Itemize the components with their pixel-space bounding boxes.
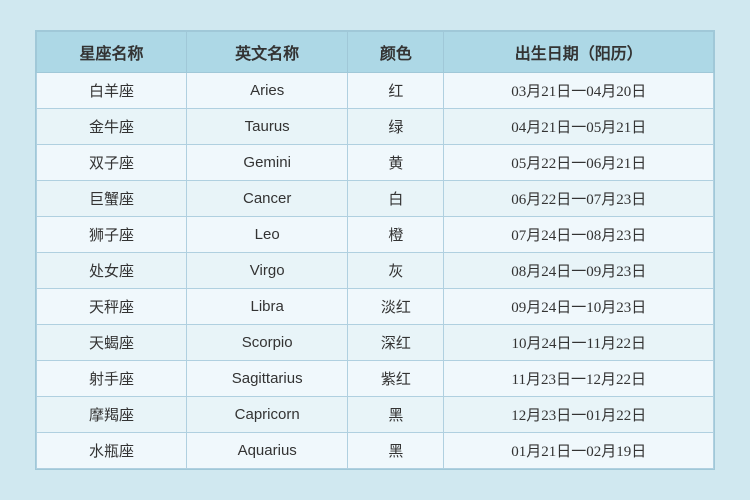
table-header-row: 星座名称 英文名称 颜色 出生日期（阳历）: [37, 32, 714, 73]
cell-english-name: Libra: [186, 289, 347, 325]
cell-dates: 04月21日一05月21日: [444, 109, 714, 145]
cell-dates: 11月23日一12月22日: [444, 361, 714, 397]
table-row: 处女座Virgo灰08月24日一09月23日: [37, 253, 714, 289]
table-row: 天蝎座Scorpio深红10月24日一11月22日: [37, 325, 714, 361]
cell-chinese-name: 射手座: [37, 361, 187, 397]
cell-dates: 07月24日一08月23日: [444, 217, 714, 253]
cell-color: 黑: [348, 433, 444, 469]
cell-english-name: Capricorn: [186, 397, 347, 433]
cell-dates: 12月23日一01月22日: [444, 397, 714, 433]
cell-color: 橙: [348, 217, 444, 253]
cell-english-name: Aries: [186, 73, 347, 109]
header-english-name: 英文名称: [186, 32, 347, 73]
table-row: 水瓶座Aquarius黑01月21日一02月19日: [37, 433, 714, 469]
cell-dates: 05月22日一06月21日: [444, 145, 714, 181]
cell-english-name: Cancer: [186, 181, 347, 217]
cell-chinese-name: 巨蟹座: [37, 181, 187, 217]
cell-chinese-name: 金牛座: [37, 109, 187, 145]
cell-chinese-name: 狮子座: [37, 217, 187, 253]
cell-color: 红: [348, 73, 444, 109]
cell-color: 黄: [348, 145, 444, 181]
cell-chinese-name: 水瓶座: [37, 433, 187, 469]
cell-chinese-name: 天蝎座: [37, 325, 187, 361]
cell-dates: 09月24日一10月23日: [444, 289, 714, 325]
cell-chinese-name: 双子座: [37, 145, 187, 181]
cell-english-name: Virgo: [186, 253, 347, 289]
cell-color: 绿: [348, 109, 444, 145]
header-chinese-name: 星座名称: [37, 32, 187, 73]
table-row: 天秤座Libra淡红09月24日一10月23日: [37, 289, 714, 325]
cell-chinese-name: 处女座: [37, 253, 187, 289]
cell-dates: 03月21日一04月20日: [444, 73, 714, 109]
cell-dates: 08月24日一09月23日: [444, 253, 714, 289]
table-row: 狮子座Leo橙07月24日一08月23日: [37, 217, 714, 253]
header-birth-date: 出生日期（阳历）: [444, 32, 714, 73]
zodiac-table: 星座名称 英文名称 颜色 出生日期（阳历） 白羊座Aries红03月21日一04…: [36, 31, 714, 469]
table-row: 双子座Gemini黄05月22日一06月21日: [37, 145, 714, 181]
cell-color: 黑: [348, 397, 444, 433]
cell-chinese-name: 天秤座: [37, 289, 187, 325]
cell-dates: 06月22日一07月23日: [444, 181, 714, 217]
cell-color: 深红: [348, 325, 444, 361]
zodiac-table-container: 星座名称 英文名称 颜色 出生日期（阳历） 白羊座Aries红03月21日一04…: [35, 30, 715, 470]
cell-english-name: Leo: [186, 217, 347, 253]
cell-english-name: Scorpio: [186, 325, 347, 361]
cell-english-name: Sagittarius: [186, 361, 347, 397]
cell-dates: 10月24日一11月22日: [444, 325, 714, 361]
header-color: 颜色: [348, 32, 444, 73]
cell-english-name: Taurus: [186, 109, 347, 145]
cell-chinese-name: 摩羯座: [37, 397, 187, 433]
table-row: 摩羯座Capricorn黑12月23日一01月22日: [37, 397, 714, 433]
cell-color: 紫红: [348, 361, 444, 397]
cell-english-name: Aquarius: [186, 433, 347, 469]
cell-color: 灰: [348, 253, 444, 289]
cell-color: 白: [348, 181, 444, 217]
cell-chinese-name: 白羊座: [37, 73, 187, 109]
table-row: 巨蟹座Cancer白06月22日一07月23日: [37, 181, 714, 217]
table-row: 金牛座Taurus绿04月21日一05月21日: [37, 109, 714, 145]
cell-dates: 01月21日一02月19日: [444, 433, 714, 469]
cell-english-name: Gemini: [186, 145, 347, 181]
table-row: 射手座Sagittarius紫红11月23日一12月22日: [37, 361, 714, 397]
cell-color: 淡红: [348, 289, 444, 325]
table-row: 白羊座Aries红03月21日一04月20日: [37, 73, 714, 109]
